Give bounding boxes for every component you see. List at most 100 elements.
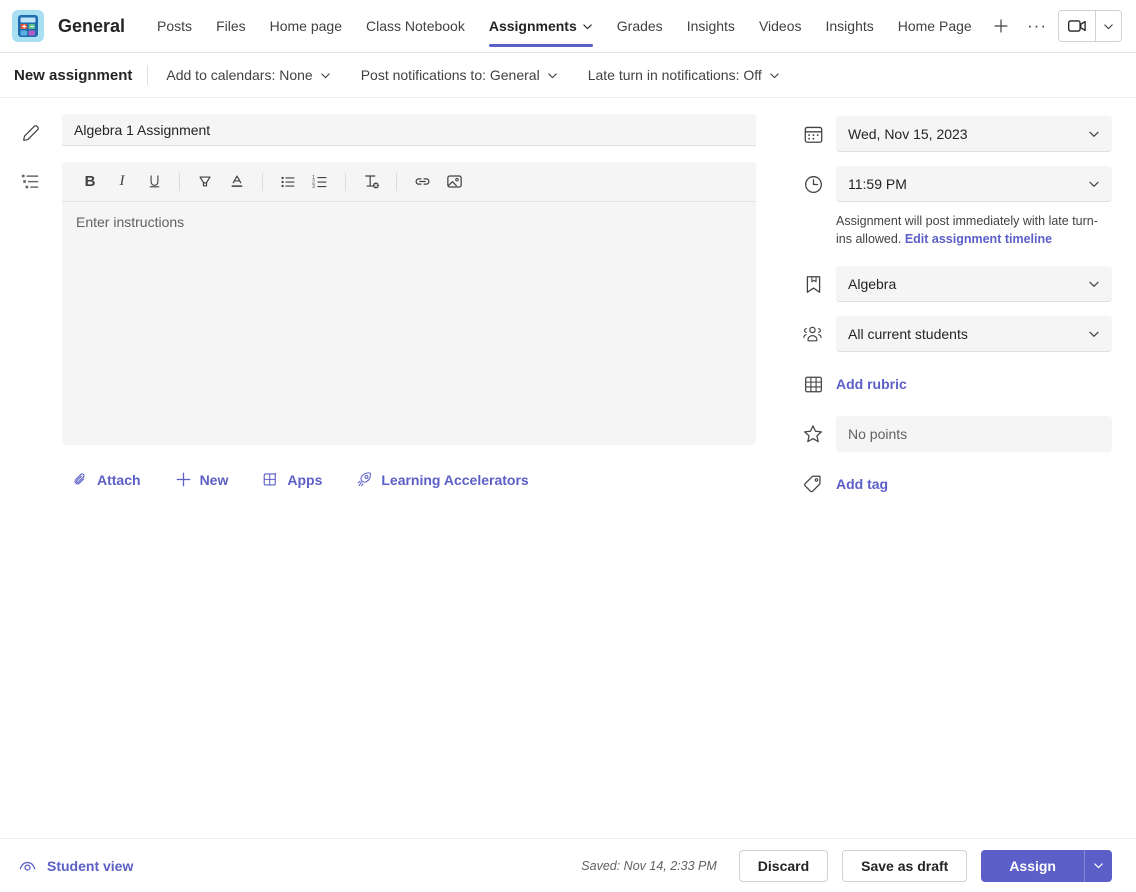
chevron-down-icon	[320, 70, 331, 81]
tab-videos[interactable]: Videos	[747, 0, 814, 53]
teams-assignment-page: General Posts Files Home page Class Note…	[0, 0, 1136, 892]
pencil-icon	[0, 114, 62, 144]
bold-icon[interactable]: B	[74, 167, 106, 197]
add-to-calendars-dropdown[interactable]: Add to calendars: None	[154, 60, 342, 90]
save-as-draft-button[interactable]: Save as draft	[842, 850, 967, 882]
assignment-main-column: B I	[0, 98, 786, 838]
star-icon	[790, 423, 836, 445]
edit-assignment-timeline-link[interactable]: Edit assignment timeline	[905, 232, 1052, 246]
category-value: Algebra	[848, 276, 896, 292]
post-notifications-dropdown[interactable]: Post notifications to: General	[349, 60, 570, 90]
italic-icon[interactable]: I	[106, 167, 138, 197]
title-row	[0, 114, 786, 146]
channel-tabs: Posts Files Home page Class Notebook Ass…	[145, 0, 1018, 53]
new-button[interactable]: New	[165, 465, 239, 494]
tag-icon	[790, 473, 836, 495]
learning-accelerators-button[interactable]: Learning Accelerators	[346, 465, 538, 494]
toolbar-divider	[179, 173, 180, 191]
attachment-actions: Attach New Apps	[0, 445, 786, 494]
underline-icon[interactable]	[138, 167, 170, 197]
points-field[interactable]: No points	[836, 416, 1112, 452]
category-field[interactable]: Algebra	[836, 266, 1112, 302]
learning-accelerators-label: Learning Accelerators	[381, 472, 528, 488]
add-tag-link[interactable]: Add tag	[836, 476, 888, 492]
points-row: No points	[790, 414, 1112, 454]
assign-to-field[interactable]: All current students	[836, 316, 1112, 352]
rubric-row: Add rubric	[790, 364, 1112, 404]
category-row: Algebra	[790, 264, 1112, 304]
chevron-down-icon	[547, 70, 558, 81]
grid-table-icon	[790, 374, 836, 395]
chevron-down-icon	[1088, 328, 1100, 340]
people-icon	[790, 323, 836, 345]
link-icon[interactable]	[406, 167, 438, 197]
due-time-row: 11:59 PM	[790, 164, 1112, 204]
tab-label: Videos	[759, 18, 802, 34]
numbered-list-icon[interactable]: 1 2 3	[304, 167, 336, 197]
tab-insights-2[interactable]: Insights	[814, 0, 886, 53]
due-date-row: Wed, Nov 15, 2023	[790, 114, 1112, 154]
tab-label: Insights	[826, 18, 874, 34]
assign-to-value: All current students	[848, 326, 968, 342]
tab-label: Home page	[270, 18, 342, 34]
add-tab-button[interactable]	[984, 0, 1018, 53]
assign-button[interactable]: Assign	[981, 850, 1084, 882]
assign-to-row: All current students	[790, 314, 1112, 354]
clock-icon	[790, 174, 836, 195]
svg-text:3: 3	[312, 183, 315, 189]
instructions-textarea[interactable]: Enter instructions	[62, 202, 756, 445]
highlight-icon[interactable]	[189, 167, 221, 197]
add-to-calendars-label: Add to calendars: None	[166, 67, 312, 83]
tab-home-page-2[interactable]: Home Page	[886, 0, 984, 53]
toolbar-divider	[147, 65, 148, 85]
plus-icon	[175, 471, 192, 488]
insert-image-icon[interactable]	[438, 167, 470, 197]
instructions-list-icon	[0, 162, 62, 192]
channel-header-actions: ···	[1022, 10, 1126, 42]
timeline-note: Assignment will post immediately with la…	[836, 212, 1112, 248]
bookmark-icon	[790, 274, 836, 295]
calculator-icon	[12, 10, 44, 42]
bulleted-list-icon[interactable]	[272, 167, 304, 197]
video-camera-icon[interactable]	[1059, 11, 1095, 41]
font-color-icon[interactable]	[221, 167, 253, 197]
assign-options-caret[interactable]	[1084, 850, 1112, 882]
chevron-down-icon	[582, 21, 593, 32]
discard-button[interactable]: Discard	[739, 850, 828, 882]
more-options-button[interactable]: ···	[1022, 11, 1052, 41]
tab-insights[interactable]: Insights	[675, 0, 747, 53]
tab-grades[interactable]: Grades	[605, 0, 675, 53]
student-view-button[interactable]: Student view	[18, 856, 133, 875]
tab-label: Home Page	[898, 18, 972, 34]
assign-split-button: Assign	[981, 850, 1112, 882]
add-rubric-link[interactable]: Add rubric	[836, 376, 907, 392]
toolbar-divider	[396, 173, 397, 191]
tab-files[interactable]: Files	[204, 0, 258, 53]
student-view-label: Student view	[47, 858, 133, 874]
attach-button[interactable]: Attach	[62, 465, 151, 494]
late-turn-in-notifications-dropdown[interactable]: Late turn in notifications: Off	[576, 60, 792, 90]
tab-label: Insights	[687, 18, 735, 34]
apps-button[interactable]: Apps	[252, 465, 332, 494]
tab-class-notebook[interactable]: Class Notebook	[354, 0, 477, 53]
due-time-field[interactable]: 11:59 PM	[836, 166, 1112, 202]
chevron-down-icon	[1088, 178, 1100, 190]
action-buttons: Saved: Nov 14, 2:33 PM Discard Save as d…	[581, 850, 1112, 882]
channel-header: General Posts Files Home page Class Note…	[0, 0, 1136, 53]
tab-label: Assignments	[489, 18, 577, 34]
assignment-action-bar: Student view Saved: Nov 14, 2:33 PM Disc…	[0, 838, 1136, 892]
tab-home-page[interactable]: Home page	[258, 0, 354, 53]
assignment-settings-column: Wed, Nov 15, 2023 11:59 PM	[786, 98, 1136, 838]
tab-label: Files	[216, 18, 246, 34]
tab-posts[interactable]: Posts	[145, 0, 204, 53]
tab-assignments[interactable]: Assignments	[477, 0, 605, 53]
assignment-title-input[interactable]	[62, 114, 756, 146]
clear-formatting-icon[interactable]	[355, 167, 387, 197]
eye-preview-icon	[18, 856, 37, 875]
tag-row: Add tag	[790, 464, 1112, 504]
chevron-down-icon	[1088, 278, 1100, 290]
due-date-field[interactable]: Wed, Nov 15, 2023	[836, 116, 1112, 152]
assignment-form: B I	[0, 98, 1136, 838]
meet-options-caret[interactable]	[1095, 11, 1121, 41]
saved-status: Saved: Nov 14, 2:33 PM	[581, 859, 717, 873]
